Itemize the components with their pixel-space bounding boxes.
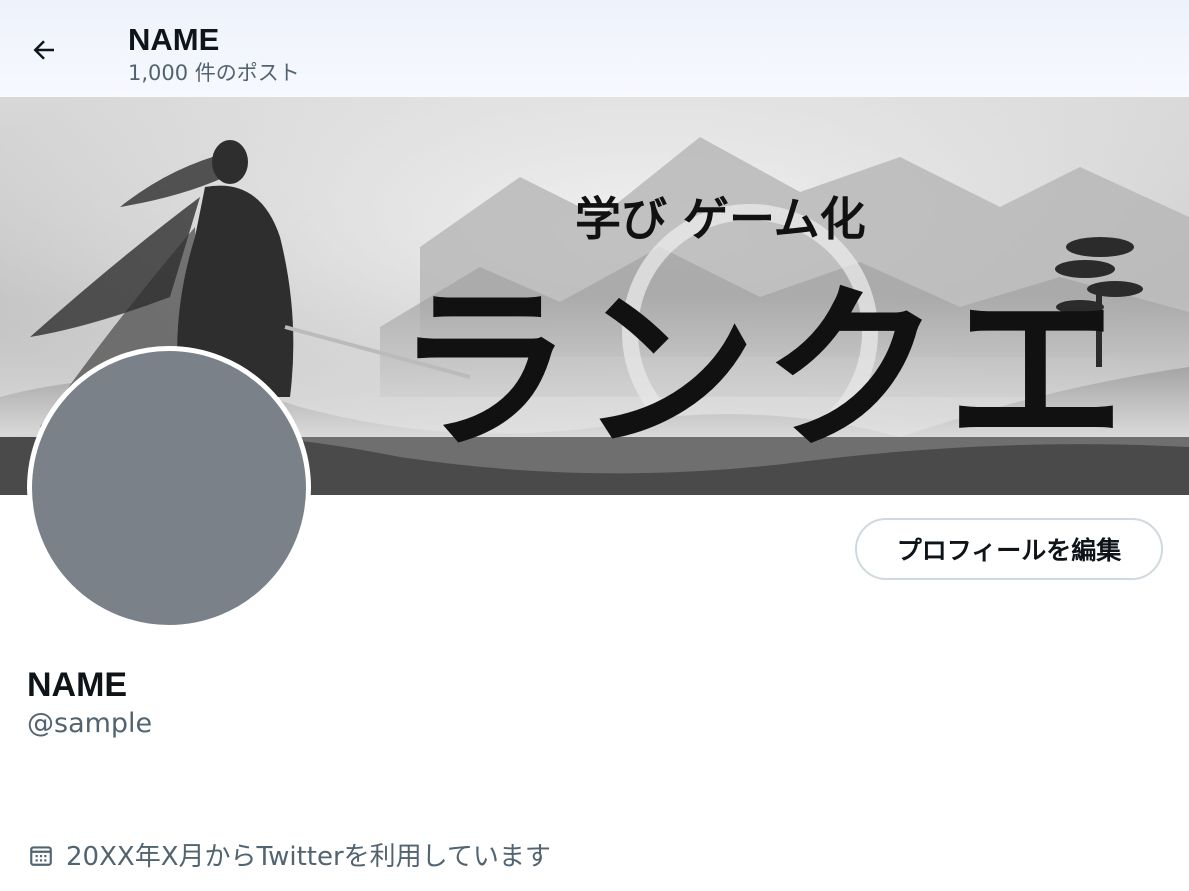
- header-display-name: NAME: [128, 22, 220, 57]
- back-button[interactable]: [22, 28, 66, 72]
- profile-display-name: NAME: [27, 666, 128, 704]
- joined-text: 20XX年X月からTwitterを利用しています: [66, 842, 551, 872]
- profile-header-bar: NAME 1,000 件のポスト: [0, 0, 1189, 97]
- profile-avatar[interactable]: [27, 346, 311, 630]
- edit-profile-button[interactable]: プロフィールを編集: [855, 518, 1163, 580]
- header-titles: NAME 1,000 件のポスト: [128, 22, 300, 88]
- profile-page: NAME 1,000 件のポスト 学び ゲーム化 ランクエ プロフィールを編集 …: [0, 0, 1189, 891]
- arrow-left-icon: [33, 40, 54, 60]
- joined-date: 20XX年X月からTwitterを利用しています: [28, 836, 551, 873]
- banner-title: ランクエ: [395, 265, 1131, 474]
- banner-subtitle: 学び ゲーム化: [575, 192, 866, 246]
- calendar-icon: [30, 845, 52, 866]
- profile-handle: @sample: [27, 708, 153, 739]
- header-post-count: 1,000 件のポスト: [128, 61, 300, 85]
